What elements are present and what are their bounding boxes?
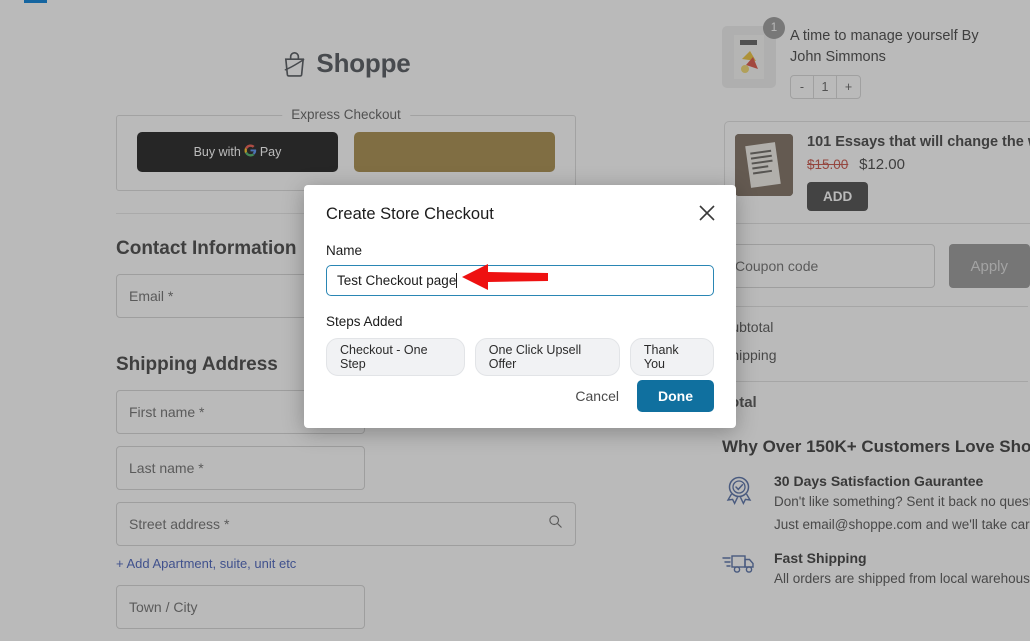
first-name-placeholder: First name * (129, 404, 205, 420)
upsell-offer-card: 101 Essays that will change the way $15.… (724, 121, 1030, 225)
perk-shipping-line1: All orders are shipped from local wareho… (774, 571, 1030, 587)
book-cover-image (734, 35, 764, 79)
cart-line-item: 1 A time to manage yourself By John Simm… (722, 17, 1030, 100)
perk-guarantee-line2: Just email@shoppe.com and we'll take car… (774, 516, 1030, 532)
shipping-fields-2: Town / City Postcode / ZIP (116, 585, 576, 641)
perk-shipping: Fast Shipping All orders are shipped fro… (722, 550, 1030, 589)
shipping-row: Shipping (722, 347, 1028, 363)
street-address-placeholder: Street address * (129, 516, 230, 532)
paypal-express-button[interactable] (354, 132, 555, 172)
perks-heading: Why Over 150K+ Customers Love Shoppe (722, 437, 1030, 457)
google-pay-suffix: Pay (259, 145, 282, 159)
perk-shipping-text: Fast Shipping All orders are shipped fro… (774, 550, 1030, 589)
coupon-row: Coupon code Apply (722, 244, 1030, 289)
perk-guarantee-line1: Don't like something? Sent it back no qu… (774, 494, 1030, 510)
annotation-arrow-left (462, 264, 548, 290)
upsell-add-button[interactable]: ADD (807, 182, 869, 212)
cart-item-title: A time to manage yourself By John Simmon… (790, 28, 979, 65)
google-g-icon (244, 144, 257, 160)
perk-guarantee-title: 30 Days Satisfaction Gaurantee (774, 473, 984, 490)
modal-actions: Cancel Done (575, 380, 714, 412)
totals-divider-top (722, 306, 1028, 308)
store-logo-text: Shoppe (316, 48, 411, 78)
upsell-price-row: $15.00 $12.00 (807, 156, 1030, 173)
page-load-progress-bar (24, 0, 47, 3)
town-city-placeholder: Town / City (129, 599, 198, 615)
perk-guarantee-text: 30 Days Satisfaction Gaurantee Don't lik… (774, 473, 1030, 534)
close-icon[interactable] (697, 203, 717, 223)
total-row: Total (722, 394, 1028, 411)
fast-shipping-truck-icon (722, 550, 760, 589)
cart-summary-column: 1 A time to manage yourself By John Simm… (692, 4, 1030, 641)
quantity-value: 1 (814, 76, 837, 99)
cancel-button[interactable]: Cancel (575, 388, 619, 404)
steps-added-label: Steps Added (326, 314, 403, 329)
shopping-bag-icon (285, 51, 305, 77)
done-button[interactable]: Done (637, 380, 714, 412)
express-checkout-legend: Express Checkout (282, 107, 410, 122)
screen-root: Shoppe Express Checkout Buy with Pay Con… (0, 0, 1030, 641)
step-chip-thank-you[interactable]: Thank You (629, 338, 714, 376)
cart-item-thumbnail-wrap: 1 (722, 17, 785, 88)
upsell-title: 101 Essays that will change the way (807, 134, 1030, 151)
totals-divider-bottom (722, 381, 1028, 383)
steps-added-chips: Checkout - One Step One Click Upsell Off… (326, 338, 714, 376)
apply-coupon-button[interactable]: Apply (948, 244, 1030, 289)
step-chip-one-click-upsell[interactable]: One Click Upsell Offer (474, 338, 620, 376)
upsell-product-image (735, 134, 793, 197)
street-address-field[interactable]: Street address * (116, 502, 576, 546)
upsell-old-price: $15.00 (807, 157, 849, 173)
last-name-placeholder: Last name * (129, 460, 204, 476)
checkout-name-value: Test Checkout page (337, 273, 457, 288)
upsell-details: 101 Essays that will change the way $15.… (807, 134, 1030, 212)
quantity-increase-button[interactable]: + (837, 76, 860, 98)
essays-book-photo (735, 134, 793, 197)
quantity-decrease-button[interactable]: - (791, 76, 814, 99)
last-name-field[interactable]: Last name * (116, 446, 365, 490)
step-chip-checkout-one-step[interactable]: Checkout - One Step (326, 338, 465, 376)
store-logo[interactable]: Shoppe (0, 48, 692, 79)
google-pay-label: Buy with (193, 145, 241, 159)
town-city-field[interactable]: Town / City (116, 585, 365, 629)
add-apartment-link[interactable]: + Add Apartment, suite, unit etc (116, 556, 576, 571)
cart-item-details: A time to manage yourself By John Simmon… (790, 26, 990, 100)
cart-item-qty-badge: 1 (763, 17, 785, 39)
text-caret (456, 273, 458, 288)
perk-shipping-title: Fast Shipping (774, 550, 867, 567)
search-icon (548, 514, 563, 534)
email-placeholder: Email * (129, 288, 174, 304)
quantity-stepper[interactable]: - 1 + (790, 75, 861, 100)
coupon-code-input[interactable]: Coupon code (722, 244, 935, 289)
coupon-placeholder: Coupon code (735, 258, 819, 275)
guarantee-badge-icon (722, 473, 760, 534)
perk-guarantee: 30 Days Satisfaction Gaurantee Don't lik… (722, 473, 1030, 534)
modal-title: Create Store Checkout (326, 205, 494, 223)
create-store-checkout-modal: Create Store Checkout Name Test Checkout… (304, 185, 736, 428)
express-checkout-section: Express Checkout Buy with Pay (116, 107, 576, 191)
google-pay-button[interactable]: Buy with Pay (137, 132, 338, 172)
name-field-label: Name (326, 243, 363, 258)
upsell-new-price: $12.00 (859, 156, 905, 174)
subtotal-row: Subtotal (722, 319, 1028, 335)
